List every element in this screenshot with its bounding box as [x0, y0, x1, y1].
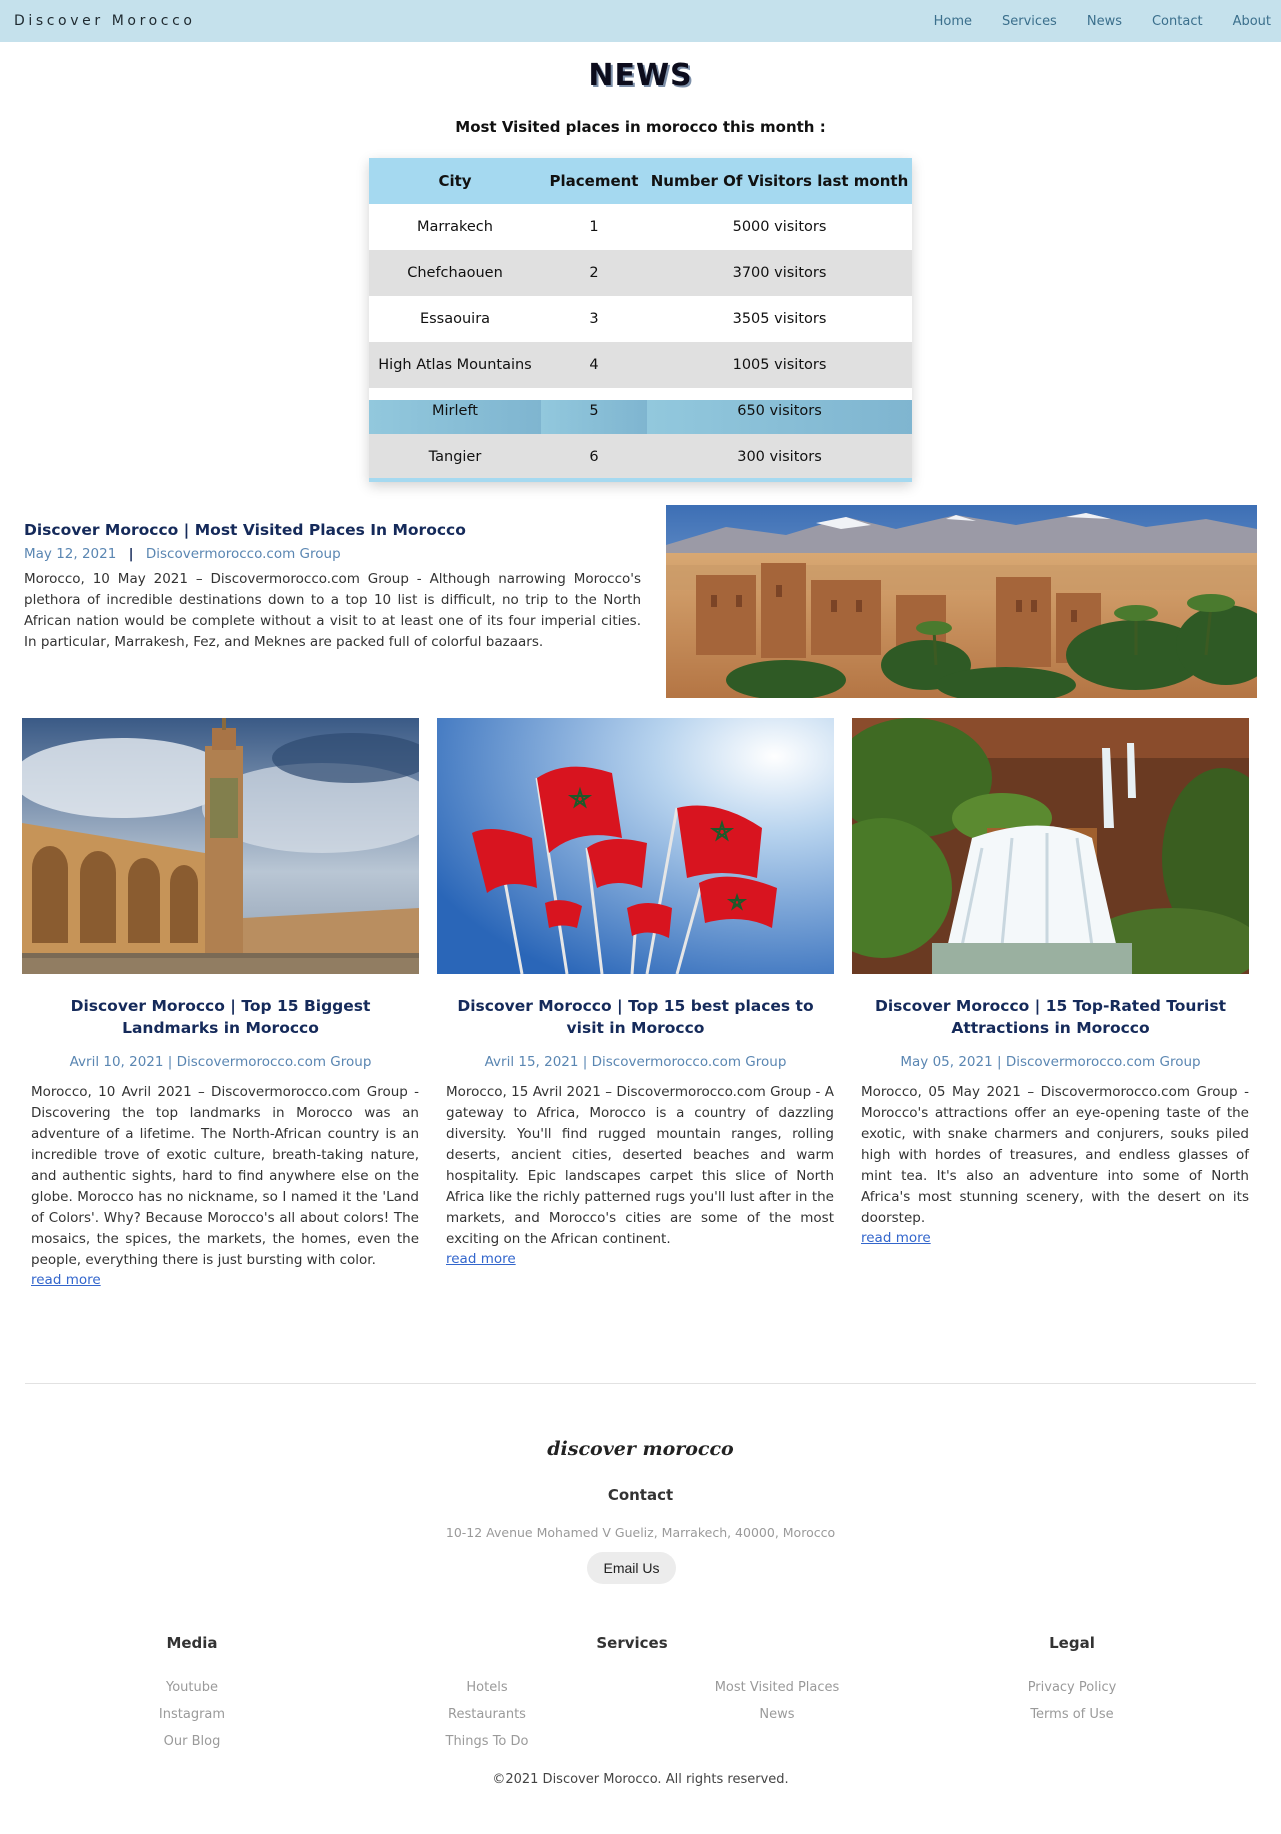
cell-placement: 5 — [541, 400, 647, 434]
footer-link-youtube[interactable]: Youtube — [92, 1680, 292, 1695]
cell-visitors: 650 visitors — [647, 400, 912, 434]
nav-contact[interactable]: Contact — [1152, 14, 1203, 29]
cell-city: Essaouira — [369, 296, 541, 342]
feature-date: May 12, 2021 — [24, 546, 117, 562]
footer-divider — [25, 1383, 1256, 1384]
footer-link-blog[interactable]: Our Blog — [92, 1734, 292, 1749]
footer-logo: discover morocco — [547, 1438, 734, 1460]
footer-link-most-visited[interactable]: Most Visited Places — [677, 1680, 877, 1695]
cell-city: Marrakech — [369, 204, 541, 250]
table-row: Chefchaouen 2 3700 visitors — [369, 250, 912, 296]
card-title[interactable]: Discover Morocco | Top 15 best places to… — [437, 995, 834, 1039]
cell-visitors: 3505 visitors — [647, 296, 912, 342]
feature-article-text: Morocco, 10 May 2021 – Discovermorocco.c… — [24, 571, 641, 650]
copyright: ©2021 Discover Morocco. All rights reser… — [492, 1772, 789, 1787]
cell-placement: 3 — [541, 296, 647, 342]
footer-link-instagram[interactable]: Instagram — [92, 1707, 292, 1722]
footer-legal-heading: Legal — [1049, 1634, 1095, 1652]
cell-visitors: 3700 visitors — [647, 250, 912, 296]
card-text: Morocco, 15 Avril 2021 – Discovermorocco… — [446, 1084, 834, 1247]
footer-link-things-to-do[interactable]: Things To Do — [387, 1734, 587, 1749]
card-text: Morocco, 10 Avril 2021 – Discovermorocco… — [31, 1084, 419, 1268]
table-spacer-row — [369, 388, 912, 400]
nav-news[interactable]: News — [1087, 14, 1122, 29]
feature-article-meta: May 12, 2021 | Discovermorocco.com Group — [24, 546, 341, 562]
cell-city: Tangier — [369, 434, 541, 480]
cell-placement: 6 — [541, 434, 647, 480]
cell-city: Mirleft — [369, 400, 541, 434]
read-more-link[interactable]: read more — [852, 1230, 931, 1246]
card-meta: Avril 10, 2021 | Discovermorocco.com Gro… — [69, 1054, 372, 1070]
card-title[interactable]: Discover Morocco | 15 Top-Rated Tourist … — [852, 995, 1249, 1039]
feature-kasbah-image — [666, 505, 1257, 698]
meta-separator: | — [128, 546, 134, 562]
table-row: High Atlas Mountains 4 1005 visitors — [369, 342, 912, 388]
news-card-attractions: Discover Morocco | 15 Top-Rated Tourist … — [852, 718, 1249, 1247]
cell-visitors: 5000 visitors — [647, 204, 912, 250]
footer-link-news[interactable]: News — [677, 1707, 877, 1722]
card-meta: May 05, 2021 | Discovermorocco.com Group — [900, 1054, 1201, 1070]
footer-link-privacy[interactable]: Privacy Policy — [972, 1680, 1172, 1695]
page-subtitle: Most Visited places in morocco this mont… — [455, 118, 826, 136]
header-placement: Placement — [541, 158, 647, 204]
cell-city: Chefchaouen — [369, 250, 541, 296]
feature-article-title[interactable]: Discover Morocco | Most Visited Places I… — [24, 521, 466, 539]
footer-link-restaurants[interactable]: Restaurants — [387, 1707, 587, 1722]
card-title[interactable]: Discover Morocco | Top 15 Biggest Landma… — [22, 995, 419, 1039]
email-us-button[interactable]: Email Us — [587, 1552, 676, 1584]
table-row-highlighted[interactable]: Mirleft 5 650 visitors — [369, 400, 912, 434]
brand-logo[interactable]: Discover Morocco — [14, 13, 196, 29]
table-bottom-border — [369, 478, 912, 482]
table-row: Essaouira 3 3505 visitors — [369, 296, 912, 342]
news-card-landmarks: Discover Morocco | Top 15 Biggest Landma… — [22, 718, 419, 1289]
read-more-link[interactable]: read more — [22, 1272, 101, 1288]
visitors-table: City Placement Number Of Visitors last m… — [369, 158, 912, 482]
mosque-image — [22, 718, 419, 974]
page-title: NEWS — [588, 58, 693, 93]
footer-link-hotels[interactable]: Hotels — [387, 1680, 587, 1695]
waterfall-image — [852, 718, 1249, 974]
nav-about[interactable]: About — [1233, 14, 1271, 29]
table-row: Tangier 6 300 visitors — [369, 434, 912, 480]
cell-placement: 2 — [541, 250, 647, 296]
flags-image — [437, 718, 834, 974]
nav-links: Home Services News Contact About — [904, 14, 1271, 29]
footer-link-terms[interactable]: Terms of Use — [972, 1707, 1172, 1722]
header-city: City — [369, 158, 541, 204]
card-meta: Avril 15, 2021 | Discovermorocco.com Gro… — [484, 1054, 787, 1070]
footer-contact-heading: Contact — [607, 1486, 674, 1504]
cell-placement: 4 — [541, 342, 647, 388]
top-navbar: Discover Morocco Home Services News Cont… — [0, 0, 1281, 42]
news-card-best-places: Discover Morocco | Top 15 best places to… — [437, 718, 834, 1268]
cell-visitors: 300 visitors — [647, 434, 912, 480]
table-row: Marrakech 1 5000 visitors — [369, 204, 912, 250]
footer-media-heading: Media — [166, 1634, 218, 1652]
cell-visitors: 1005 visitors — [647, 342, 912, 388]
footer-services-heading: Services — [596, 1634, 668, 1652]
nav-home[interactable]: Home — [934, 14, 972, 29]
cell-placement: 1 — [541, 204, 647, 250]
table-header-row: City Placement Number Of Visitors last m… — [369, 158, 912, 204]
nav-services[interactable]: Services — [1002, 14, 1057, 29]
header-visitors: Number Of Visitors last month — [647, 158, 912, 204]
read-more-link[interactable]: read more — [437, 1251, 516, 1267]
card-text: Morocco, 05 May 2021 – Discovermorocco.c… — [861, 1084, 1249, 1226]
feature-author[interactable]: Discovermorocco.com Group — [146, 546, 341, 562]
footer-address: 10-12 Avenue Mohamed V Gueliz, Marrakech… — [445, 1525, 836, 1540]
cell-city: High Atlas Mountains — [369, 342, 541, 388]
